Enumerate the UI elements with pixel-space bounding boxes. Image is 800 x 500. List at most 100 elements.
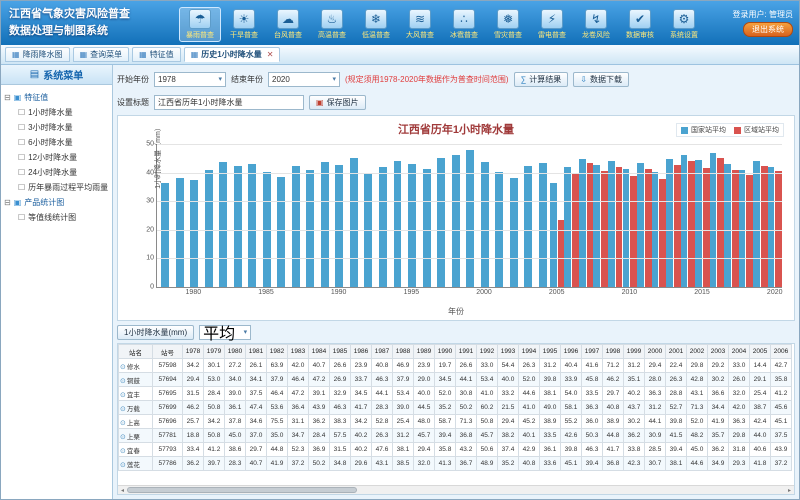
tab-1[interactable]: ▦查询菜单 (73, 47, 130, 62)
column-header-year[interactable]: 1991 (456, 345, 477, 359)
checkbox-icon[interactable]: ☐ (18, 105, 25, 120)
table-row[interactable]: ⊙上栗5778118.850.845.037.035.034.728.457.5… (119, 429, 792, 443)
logout-button[interactable]: 退出系统 (743, 22, 793, 37)
toolbar-item-hail[interactable]: ∴冰雹普查 (443, 7, 485, 42)
checkbox-icon[interactable]: ☐ (18, 120, 25, 135)
tree-item-0-3[interactable]: ☐12小时降水量 (4, 150, 109, 165)
toolbar-item-cold[interactable]: ❄低温普查 (355, 7, 397, 42)
row-select-radio-icon[interactable]: ⊙ (120, 406, 126, 413)
value-cell: 36.3 (729, 415, 750, 429)
column-header-year[interactable]: 1999 (624, 345, 645, 359)
toolbar-item-wind[interactable]: ≋大风普查 (399, 7, 441, 42)
chart-title-input[interactable] (154, 95, 304, 110)
scrollbar-track[interactable] (127, 486, 785, 494)
scroll-right-arrow-icon[interactable]: ▸ (785, 487, 794, 494)
column-header-year[interactable]: 1981 (246, 345, 267, 359)
tab-0[interactable]: ▦降雨降水图 (5, 47, 70, 62)
column-header-year[interactable]: 1985 (330, 345, 351, 359)
tree-item-0-0[interactable]: ☐1小时降水量 (4, 105, 109, 120)
column-header-year[interactable]: 1994 (519, 345, 540, 359)
checkbox-icon[interactable]: ☐ (18, 180, 25, 195)
checkbox-icon[interactable]: ☐ (18, 165, 25, 180)
save-image-button[interactable]: ▣ 保存图片 (309, 95, 366, 110)
column-header-year[interactable]: 1980 (225, 345, 246, 359)
tree-group-0[interactable]: ⊟▣特征值 (4, 90, 109, 105)
column-header-station[interactable]: 站名 (119, 345, 153, 359)
tab-2[interactable]: ▦特征值 (132, 47, 181, 62)
column-header-year[interactable]: 2002 (687, 345, 708, 359)
row-select-radio-icon[interactable]: ⊙ (120, 392, 126, 399)
column-header-year[interactable]: 1990 (435, 345, 456, 359)
aggregation-select[interactable]: 平均 ▾ (199, 325, 251, 340)
column-header-year[interactable]: 2004 (729, 345, 750, 359)
tree-item-0-2[interactable]: ☐6小时降水量 (4, 135, 109, 150)
column-header-year[interactable]: 1978 (183, 345, 204, 359)
row-select-radio-icon[interactable]: ⊙ (120, 434, 126, 441)
checkbox-icon[interactable]: ☐ (18, 135, 25, 150)
table-row[interactable]: ⊙修水5759834.230.127.226.163.942.040.726.6… (119, 359, 792, 373)
tree-item-0-4[interactable]: ☐24小时降水量 (4, 165, 109, 180)
tab-close-icon[interactable]: ✕ (267, 50, 274, 59)
column-header-year[interactable]: 1984 (309, 345, 330, 359)
tree-group-1[interactable]: ⊟▣产品统计图 (4, 195, 109, 210)
column-header-year[interactable]: 1986 (351, 345, 372, 359)
toolbar-item-audit[interactable]: ✔数据审核 (619, 7, 661, 42)
download-data-button[interactable]: ⇩ 数据下载 (573, 72, 629, 87)
toolbar-item-drought[interactable]: ☀干旱普查 (223, 7, 265, 42)
value-cell: 41.7 (603, 443, 624, 457)
column-header-year[interactable]: 2000 (645, 345, 666, 359)
row-select-radio-icon[interactable]: ⊙ (120, 364, 126, 371)
calculate-button[interactable]: ∑ 计算结果 (514, 72, 569, 87)
toolbar-item-heat[interactable]: ♨高温普查 (311, 7, 353, 42)
table-row[interactable]: ⊙宜春5779333.441.238.629.744.852.336.931.5… (119, 443, 792, 457)
expander-icon[interactable]: ⊟ (4, 195, 11, 210)
column-header-year[interactable]: 2005 (750, 345, 771, 359)
table-row[interactable]: ⊙万载5769946.250.836.147.453.636.443.946.3… (119, 401, 792, 415)
column-header-year[interactable]: 1997 (582, 345, 603, 359)
toolbar-item-lightning[interactable]: ⚡雷电普查 (531, 7, 573, 42)
column-header-year[interactable]: 1979 (204, 345, 225, 359)
tree-item-1-0[interactable]: ☐等值线统计图 (4, 210, 109, 225)
checkbox-icon[interactable]: ☐ (18, 150, 25, 165)
toolbar-item-snow[interactable]: ❅雪灾普查 (487, 7, 529, 42)
toolbar-item-typhoon[interactable]: ☁台风普查 (267, 7, 309, 42)
scroll-left-arrow-icon[interactable]: ◂ (118, 487, 127, 494)
column-header-year[interactable]: 2006 (771, 345, 792, 359)
table-row[interactable]: ⊙上高5769625.734.237.834.675.531.136.238.3… (119, 415, 792, 429)
column-header-id[interactable]: 站号 (153, 345, 183, 359)
row-select-radio-icon[interactable]: ⊙ (120, 378, 126, 385)
column-header-year[interactable]: 1998 (603, 345, 624, 359)
column-header-year[interactable]: 2003 (708, 345, 729, 359)
column-header-year[interactable]: 1982 (267, 345, 288, 359)
column-header-year[interactable]: 1987 (372, 345, 393, 359)
scrollbar-thumb[interactable] (127, 487, 357, 493)
row-select-radio-icon[interactable]: ⊙ (120, 420, 126, 427)
column-header-year[interactable]: 2001 (666, 345, 687, 359)
tab-3[interactable]: ▦历史1小时降水量✕ (184, 47, 281, 62)
column-header-year[interactable]: 1989 (414, 345, 435, 359)
tree-item-0-1[interactable]: ☐3小时降水量 (4, 120, 109, 135)
column-header-year[interactable]: 1993 (498, 345, 519, 359)
checkbox-icon[interactable]: ☐ (18, 210, 25, 225)
tree-item-0-5[interactable]: ☐历年暴雨过程平均雨量 (4, 180, 109, 195)
column-header-year[interactable]: 1996 (561, 345, 582, 359)
column-header-year[interactable]: 1983 (288, 345, 309, 359)
bar-group-1978 (158, 144, 173, 287)
toolbar-item-tornado[interactable]: ↯龙卷风险 (575, 7, 617, 42)
toolbar-item-settings[interactable]: ⚙系统设置 (663, 7, 705, 42)
metric-filter-button[interactable]: 1小时降水量(mm) (117, 325, 194, 340)
expander-icon[interactable]: ⊟ (4, 90, 11, 105)
row-select-radio-icon[interactable]: ⊙ (120, 462, 126, 469)
column-header-year[interactable]: 1995 (540, 345, 561, 359)
table-row[interactable]: ⊙铜鼓5769429.453.034.034.137.946.447.226.9… (119, 373, 792, 387)
column-header-year[interactable]: 1988 (393, 345, 414, 359)
value-cell: 29.7 (246, 443, 267, 457)
table-row[interactable]: ⊙莲花5778636.239.728.340.741.937.250.234.8… (119, 457, 792, 471)
end-year-select[interactable]: 2020 ▾ (268, 72, 340, 87)
toolbar-item-rainstorm[interactable]: ☂暴雨普查 (179, 7, 221, 42)
column-header-year[interactable]: 1992 (477, 345, 498, 359)
table-row[interactable]: ⊙宜丰5769531.528.439.037.546.447.239.132.9… (119, 387, 792, 401)
row-select-radio-icon[interactable]: ⊙ (120, 448, 126, 455)
start-year-select[interactable]: 1978 ▾ (154, 72, 226, 87)
value-cell: 38.1 (540, 387, 561, 401)
